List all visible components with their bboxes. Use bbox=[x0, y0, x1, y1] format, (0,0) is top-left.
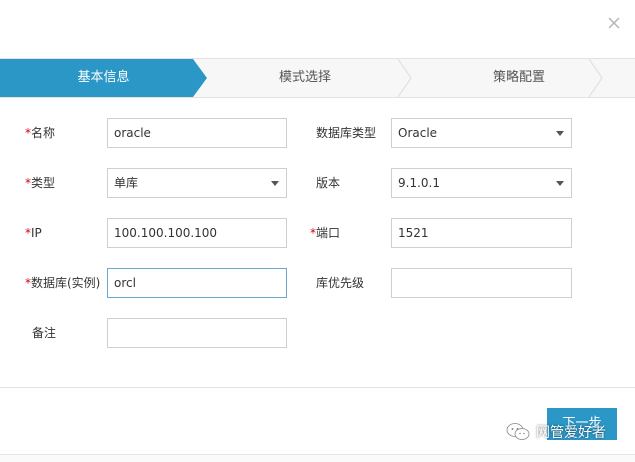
form-row-ip: *IP 100.100.100.100 *端口 1521 bbox=[0, 218, 635, 248]
step-basic-info[interactable]: 基本信息 bbox=[0, 59, 207, 97]
chevron-down-icon bbox=[271, 181, 279, 186]
close-icon bbox=[608, 17, 620, 29]
port-label: *端口 bbox=[310, 218, 340, 248]
port-input[interactable]: 1521 bbox=[391, 218, 572, 248]
watermark: 网管爱好者 bbox=[506, 420, 606, 444]
priority-input[interactable] bbox=[391, 268, 572, 298]
step-mode-select[interactable]: 模式选择 bbox=[207, 59, 403, 97]
ip-input[interactable]: 100.100.100.100 bbox=[107, 218, 287, 248]
remark-label: 备注 bbox=[32, 326, 57, 340]
form-row-remark: 备注 bbox=[0, 318, 635, 348]
type-label: *类型 bbox=[25, 168, 55, 198]
form-row-type: *类型 单库 版本 9.1.0.1 bbox=[0, 168, 635, 198]
type-value: 单库 bbox=[114, 176, 139, 190]
name-label-text: 名称 bbox=[31, 126, 56, 140]
name-label: *名称 bbox=[25, 118, 55, 148]
type-label-text: 类型 bbox=[31, 176, 56, 190]
db-type-label: 数据库类型 bbox=[316, 126, 377, 140]
form-row-instance: *数据库(实例) orcl 库优先级 bbox=[0, 268, 635, 298]
port-label-text: 端口 bbox=[316, 226, 341, 240]
ip-label: *IP bbox=[25, 218, 42, 248]
chevron-down-icon bbox=[556, 181, 564, 186]
version-value: 9.1.0.1 bbox=[398, 176, 440, 190]
wizard-steps: 基本信息 模式选择 策略配置 bbox=[0, 58, 635, 98]
db-type-value: Oracle bbox=[398, 126, 438, 140]
wechat-icon bbox=[506, 423, 530, 440]
type-select[interactable]: 单库 bbox=[107, 168, 287, 198]
watermark-text: 网管爱好者 bbox=[536, 425, 606, 441]
bottom-bar bbox=[0, 454, 635, 462]
version-label: 版本 bbox=[316, 176, 341, 190]
form-row-name: *名称 oracle 数据库类型 Oracle bbox=[0, 118, 635, 148]
db-type-select[interactable]: Oracle bbox=[391, 118, 572, 148]
remark-input[interactable] bbox=[107, 318, 287, 348]
ip-label-text: IP bbox=[31, 226, 42, 240]
instance-label-text: 数据库(实例) bbox=[31, 276, 101, 290]
close-button[interactable] bbox=[607, 16, 621, 30]
step-separator-icon bbox=[588, 59, 604, 97]
name-input[interactable]: oracle bbox=[107, 118, 287, 148]
priority-label: 库优先级 bbox=[316, 276, 365, 290]
instance-input[interactable]: orcl bbox=[107, 268, 287, 298]
version-select[interactable]: 9.1.0.1 bbox=[391, 168, 572, 198]
chevron-down-icon bbox=[556, 131, 564, 136]
instance-label: *数据库(实例) bbox=[25, 268, 100, 298]
footer-divider bbox=[0, 387, 635, 388]
